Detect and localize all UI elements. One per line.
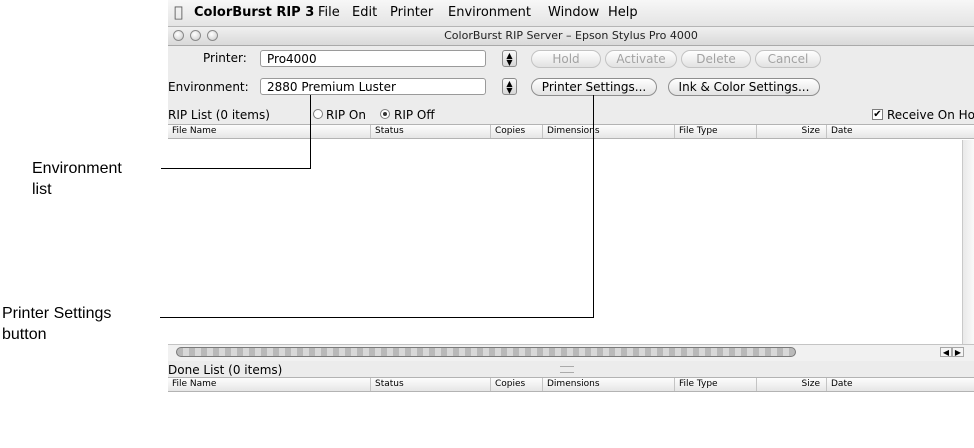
callout-environment-line1: Environment	[32, 160, 122, 177]
cancel-button[interactable]: Cancel	[755, 50, 821, 68]
menu-bar:  ColorBurst RIP 3 File Edit Printer Env…	[168, 0, 974, 27]
callout-printer-line1: Printer Settings	[2, 305, 112, 322]
done-column-size[interactable]: Size	[756, 378, 826, 391]
menu-help[interactable]: Help	[608, 5, 638, 20]
done-list-title: Done List (0 items)	[168, 363, 283, 377]
window-title-bar: ColorBurst RIP Server – Epson Stylus Pro…	[168, 27, 974, 46]
menu-window[interactable]: Window	[548, 5, 599, 20]
done-column-file-name[interactable]: File Name	[168, 378, 370, 391]
column-status[interactable]: Status	[370, 125, 490, 138]
done-column-date[interactable]: Date	[826, 378, 974, 391]
rip-on-label[interactable]: RIP On	[326, 108, 366, 122]
scroll-left-arrow-icon[interactable]: ◀	[940, 347, 952, 357]
printer-label: Printer:	[203, 51, 247, 65]
environment-popup[interactable]: 2880 Premium Luster	[260, 78, 486, 95]
rip-off-radio[interactable]	[380, 109, 390, 119]
receive-on-hold-checkbox[interactable]: ✔	[872, 109, 883, 120]
rip-list-title: RIP List (0 items)	[168, 108, 270, 122]
callout-printer-settings-label: Printer Settings button	[2, 303, 111, 345]
column-file-name[interactable]: File Name	[168, 125, 370, 138]
hold-button[interactable]: Hold	[531, 50, 601, 68]
column-date[interactable]: Date	[826, 125, 974, 138]
column-size[interactable]: Size	[756, 125, 826, 138]
rip-off-label[interactable]: RIP Off	[394, 108, 435, 122]
printer-settings-leader-vertical	[593, 95, 594, 318]
printer-settings-leader-horizontal	[160, 317, 593, 318]
environment-leader-horizontal	[161, 168, 310, 169]
menu-app-name[interactable]: ColorBurst RIP 3	[194, 5, 314, 20]
printer-popup-value: Pro4000	[267, 52, 317, 66]
done-column-file-type[interactable]: File Type	[674, 378, 756, 391]
printer-popup-arrows-icon[interactable]: ▲ ▼	[502, 50, 517, 67]
delete-button[interactable]: Delete	[681, 50, 751, 68]
apple-icon[interactable]: 	[174, 3, 183, 21]
rip-list-pane[interactable]	[168, 139, 962, 344]
menu-environment[interactable]: Environment	[448, 5, 531, 20]
done-column-status[interactable]: Status	[370, 378, 490, 391]
done-column-copies[interactable]: Copies	[490, 378, 542, 391]
printer-settings-button[interactable]: Printer Settings...	[531, 78, 657, 96]
callout-environment-line2: list	[32, 181, 52, 198]
menu-edit[interactable]: Edit	[352, 5, 377, 20]
environment-leader-vertical	[310, 95, 311, 169]
done-list-column-header: File Name Status Copies Dimensions File …	[168, 377, 974, 392]
rip-list-vertical-scrollbar[interactable]	[962, 140, 974, 344]
printer-popup[interactable]: Pro4000	[260, 50, 486, 67]
menu-file[interactable]: File	[318, 5, 340, 20]
environment-popup-value: 2880 Premium Luster	[267, 80, 396, 94]
rip-list-column-header: File Name Status Copies Dimensions File …	[168, 124, 974, 139]
menu-printer[interactable]: Printer	[390, 5, 433, 20]
activate-button[interactable]: Activate	[605, 50, 677, 68]
horizontal-scroll-thumb[interactable]	[176, 347, 796, 357]
rip-on-radio[interactable]	[313, 109, 323, 119]
callout-environment-label: Environment list	[32, 158, 122, 200]
scroll-right-arrow-icon[interactable]: ▶	[952, 347, 964, 357]
toolbar-area: Printer: Pro4000 ▲ ▼ Hold Activate Delete…	[168, 46, 974, 104]
column-file-type[interactable]: File Type	[674, 125, 756, 138]
column-dimensions[interactable]: Dimensions	[542, 125, 674, 138]
splitter-grip-icon[interactable]	[560, 366, 574, 373]
environment-label: Environment:	[168, 80, 249, 94]
done-column-dimensions[interactable]: Dimensions	[542, 378, 674, 391]
rip-list-bar: RIP List (0 items) RIP On RIP Off ✔ Rece…	[168, 104, 974, 124]
environment-popup-arrows-icon[interactable]: ▲ ▼	[502, 78, 517, 95]
column-copies[interactable]: Copies	[490, 125, 542, 138]
window-title: ColorBurst RIP Server – Epson Stylus Pro…	[444, 29, 698, 42]
callout-printer-line2: button	[2, 326, 47, 343]
ink-color-settings-button[interactable]: Ink & Color Settings...	[668, 78, 820, 96]
done-list-pane[interactable]	[168, 392, 974, 448]
receive-on-hold-label[interactable]: Receive On Hold	[887, 108, 974, 122]
done-list-bar: Done List (0 items)	[168, 361, 974, 377]
